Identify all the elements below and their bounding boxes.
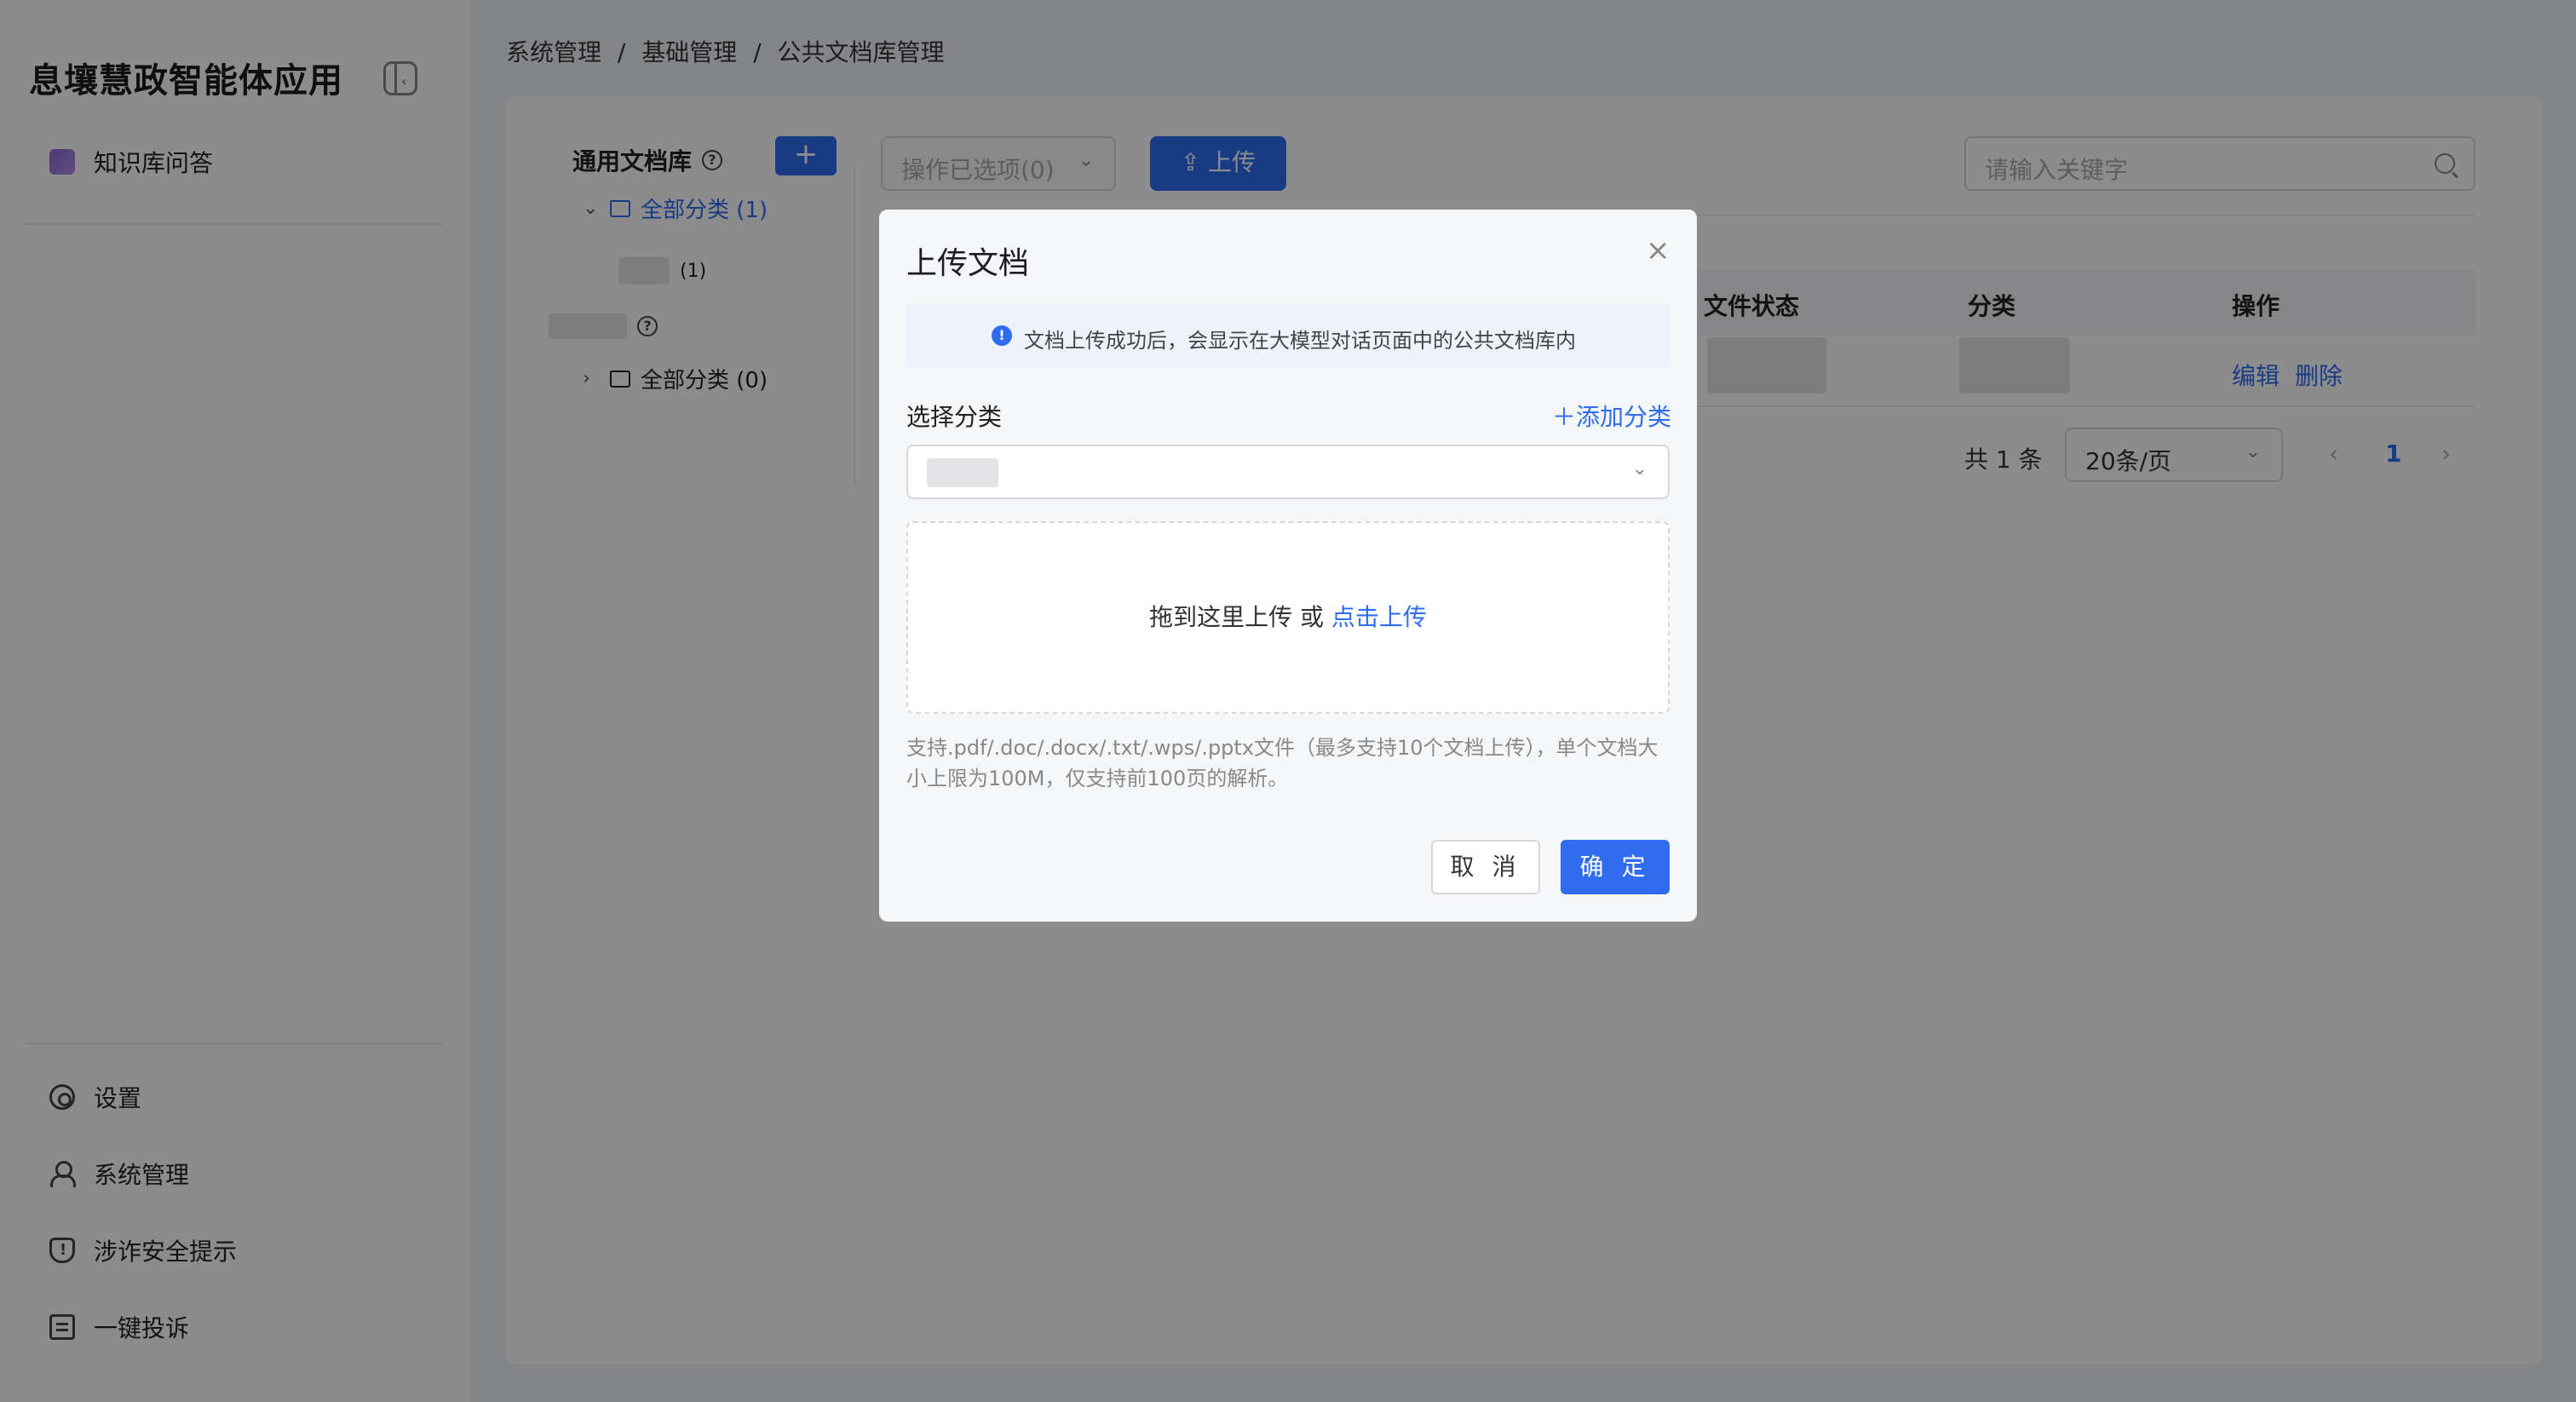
- category-select[interactable]: ⌄: [906, 445, 1670, 499]
- dialog-title: 上传文档: [906, 246, 1030, 281]
- upload-hint: 支持.pdf/.doc/.docx/.txt/.wps/.pptx文件（最多支持…: [906, 736, 1659, 790]
- info-text: 文档上传成功后，会显示在大模型对话页面中的公共文档库内: [1024, 329, 1576, 353]
- app-root: 息壤慧政智能体应用 ‹ 知识库问答 设置 系统管理 涉诈安全提示 一键投诉 系统…: [0, 0, 2576, 1402]
- click-upload-link[interactable]: 点击上传: [1331, 603, 1427, 631]
- close-icon[interactable]: ×: [1646, 233, 1670, 267]
- category-label: 选择分类: [906, 403, 1003, 431]
- dropzone-text: 拖到这里上传 或: [1149, 603, 1331, 631]
- chevron-down-icon: ⌄: [1631, 458, 1647, 480]
- cancel-button[interactable]: 取 消: [1431, 840, 1540, 894]
- redacted-selected-category: [927, 458, 998, 487]
- upload-dialog: 上传文档 × ! 文档上传成功后，会显示在大模型对话页面中的公共文档库内 选择分…: [879, 210, 1697, 922]
- info-banner: ! 文档上传成功后，会显示在大模型对话页面中的公共文档库内: [906, 305, 1670, 368]
- info-icon: !: [992, 325, 1012, 346]
- confirm-button[interactable]: 确 定: [1561, 840, 1670, 894]
- file-dropzone[interactable]: 拖到这里上传 或 点击上传: [906, 521, 1670, 714]
- add-category-link[interactable]: ＋添加分类: [1552, 399, 1671, 433]
